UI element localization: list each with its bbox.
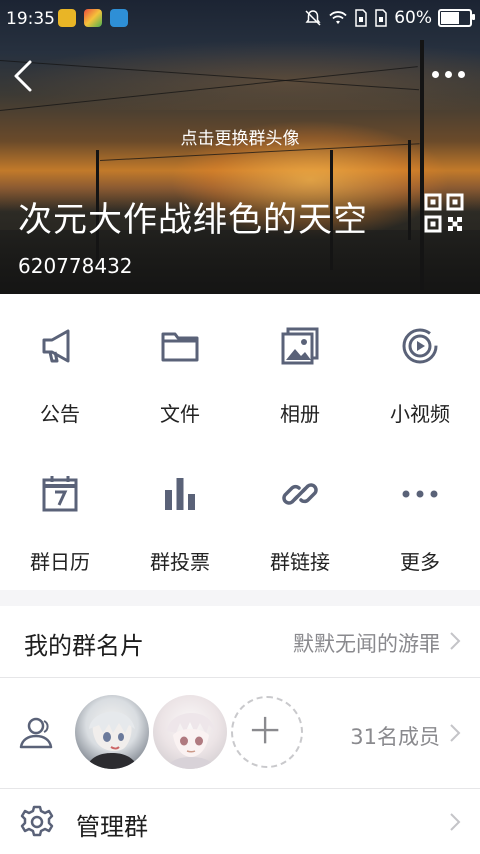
- chevron-right-icon: [450, 724, 461, 742]
- tool-more[interactable]: 更多: [360, 442, 480, 590]
- section-gap: [0, 590, 480, 606]
- status-time: 19:35: [6, 9, 55, 29]
- wifi-icon: [329, 11, 347, 24]
- sim-card-icon: [355, 9, 367, 27]
- status-bar: 19:35 60%: [0, 0, 480, 38]
- cover-pole: [420, 40, 424, 290]
- more-options-button[interactable]: [428, 64, 468, 84]
- link-icon: [282, 483, 318, 505]
- tool-vote[interactable]: 群投票: [120, 442, 240, 590]
- notification-app-icon: [110, 9, 128, 27]
- chevron-right-icon: [450, 813, 461, 831]
- manage-group-title: 管理群: [76, 813, 148, 841]
- avatar-image: [165, 712, 217, 769]
- group-id: 620778432: [18, 254, 133, 278]
- member-avatar[interactable]: [75, 695, 149, 769]
- dot: [431, 70, 439, 78]
- dot: [457, 70, 465, 78]
- tool-short-video[interactable]: 小视频: [360, 294, 480, 442]
- group-info-page: 19:35 60% 点击更换群头像 次元大作战绯色的天空 620778432 公…: [0, 0, 480, 854]
- bar-chart-icon: [165, 478, 195, 510]
- photo-album-icon: [281, 327, 319, 365]
- my-group-card-row[interactable]: 我的群名片 默默无闻的游罪: [0, 606, 480, 677]
- tool-album[interactable]: 相册: [240, 294, 360, 442]
- change-group-avatar-link[interactable]: 点击更换群头像: [0, 124, 480, 149]
- folder-icon: [161, 332, 199, 362]
- cover-pole: [408, 140, 411, 240]
- tool-label: 更多: [400, 550, 440, 574]
- member-count: 31名成员: [350, 725, 440, 749]
- tool-files[interactable]: 文件: [120, 294, 240, 442]
- calendar-icon: [42, 476, 78, 512]
- battery-level: [441, 12, 459, 24]
- group-name: 次元大作战绯色的天空: [18, 200, 368, 240]
- status-right-icons: 60%: [304, 8, 475, 28]
- tool-label: 群投票: [150, 550, 210, 574]
- tool-label: 文件: [160, 402, 200, 426]
- sim-card-icon: [375, 9, 387, 27]
- manage-group-row[interactable]: 管理群: [0, 789, 480, 854]
- tool-label: 群链接: [270, 550, 330, 574]
- cover-clouds: [0, 40, 480, 110]
- mute-bell-icon: [305, 10, 321, 26]
- tool-label: 相册: [280, 402, 320, 426]
- notification-app-icon: [58, 9, 76, 27]
- tool-announcement[interactable]: 公告: [0, 294, 120, 442]
- gear-icon: [20, 805, 54, 837]
- battery-percent: 60%: [394, 8, 432, 28]
- battery-icon: [438, 9, 475, 27]
- status-notification-icons: [58, 9, 128, 27]
- dot: [444, 70, 452, 78]
- my-group-card-title: 我的群名片: [24, 632, 144, 660]
- my-group-card-value: 默默无闻的游罪: [293, 632, 440, 656]
- add-member-button[interactable]: [231, 696, 303, 768]
- tool-calendar[interactable]: 群日历: [0, 442, 120, 590]
- back-arrow-icon[interactable]: [10, 56, 46, 96]
- group-tools-grid: 公告 文件 相册 小视频 群日历 群投票 群链接 更多: [0, 294, 480, 590]
- members-row[interactable]: 31名成员: [0, 678, 480, 788]
- chevron-right-icon: [450, 632, 461, 650]
- more-dots-icon: [402, 490, 438, 498]
- members-icon: [19, 717, 53, 749]
- tool-label: 群日历: [30, 550, 90, 574]
- avatar-image: [85, 711, 139, 769]
- megaphone-icon: [42, 329, 70, 363]
- member-avatar[interactable]: [153, 695, 227, 769]
- tool-link[interactable]: 群链接: [240, 442, 360, 590]
- notification-app-icon: [84, 9, 102, 27]
- tool-label: 小视频: [390, 402, 450, 426]
- tool-label: 公告: [40, 402, 80, 426]
- video-play-icon: [402, 328, 438, 364]
- plus-icon: [251, 716, 279, 744]
- qr-code-icon[interactable]: [424, 193, 464, 233]
